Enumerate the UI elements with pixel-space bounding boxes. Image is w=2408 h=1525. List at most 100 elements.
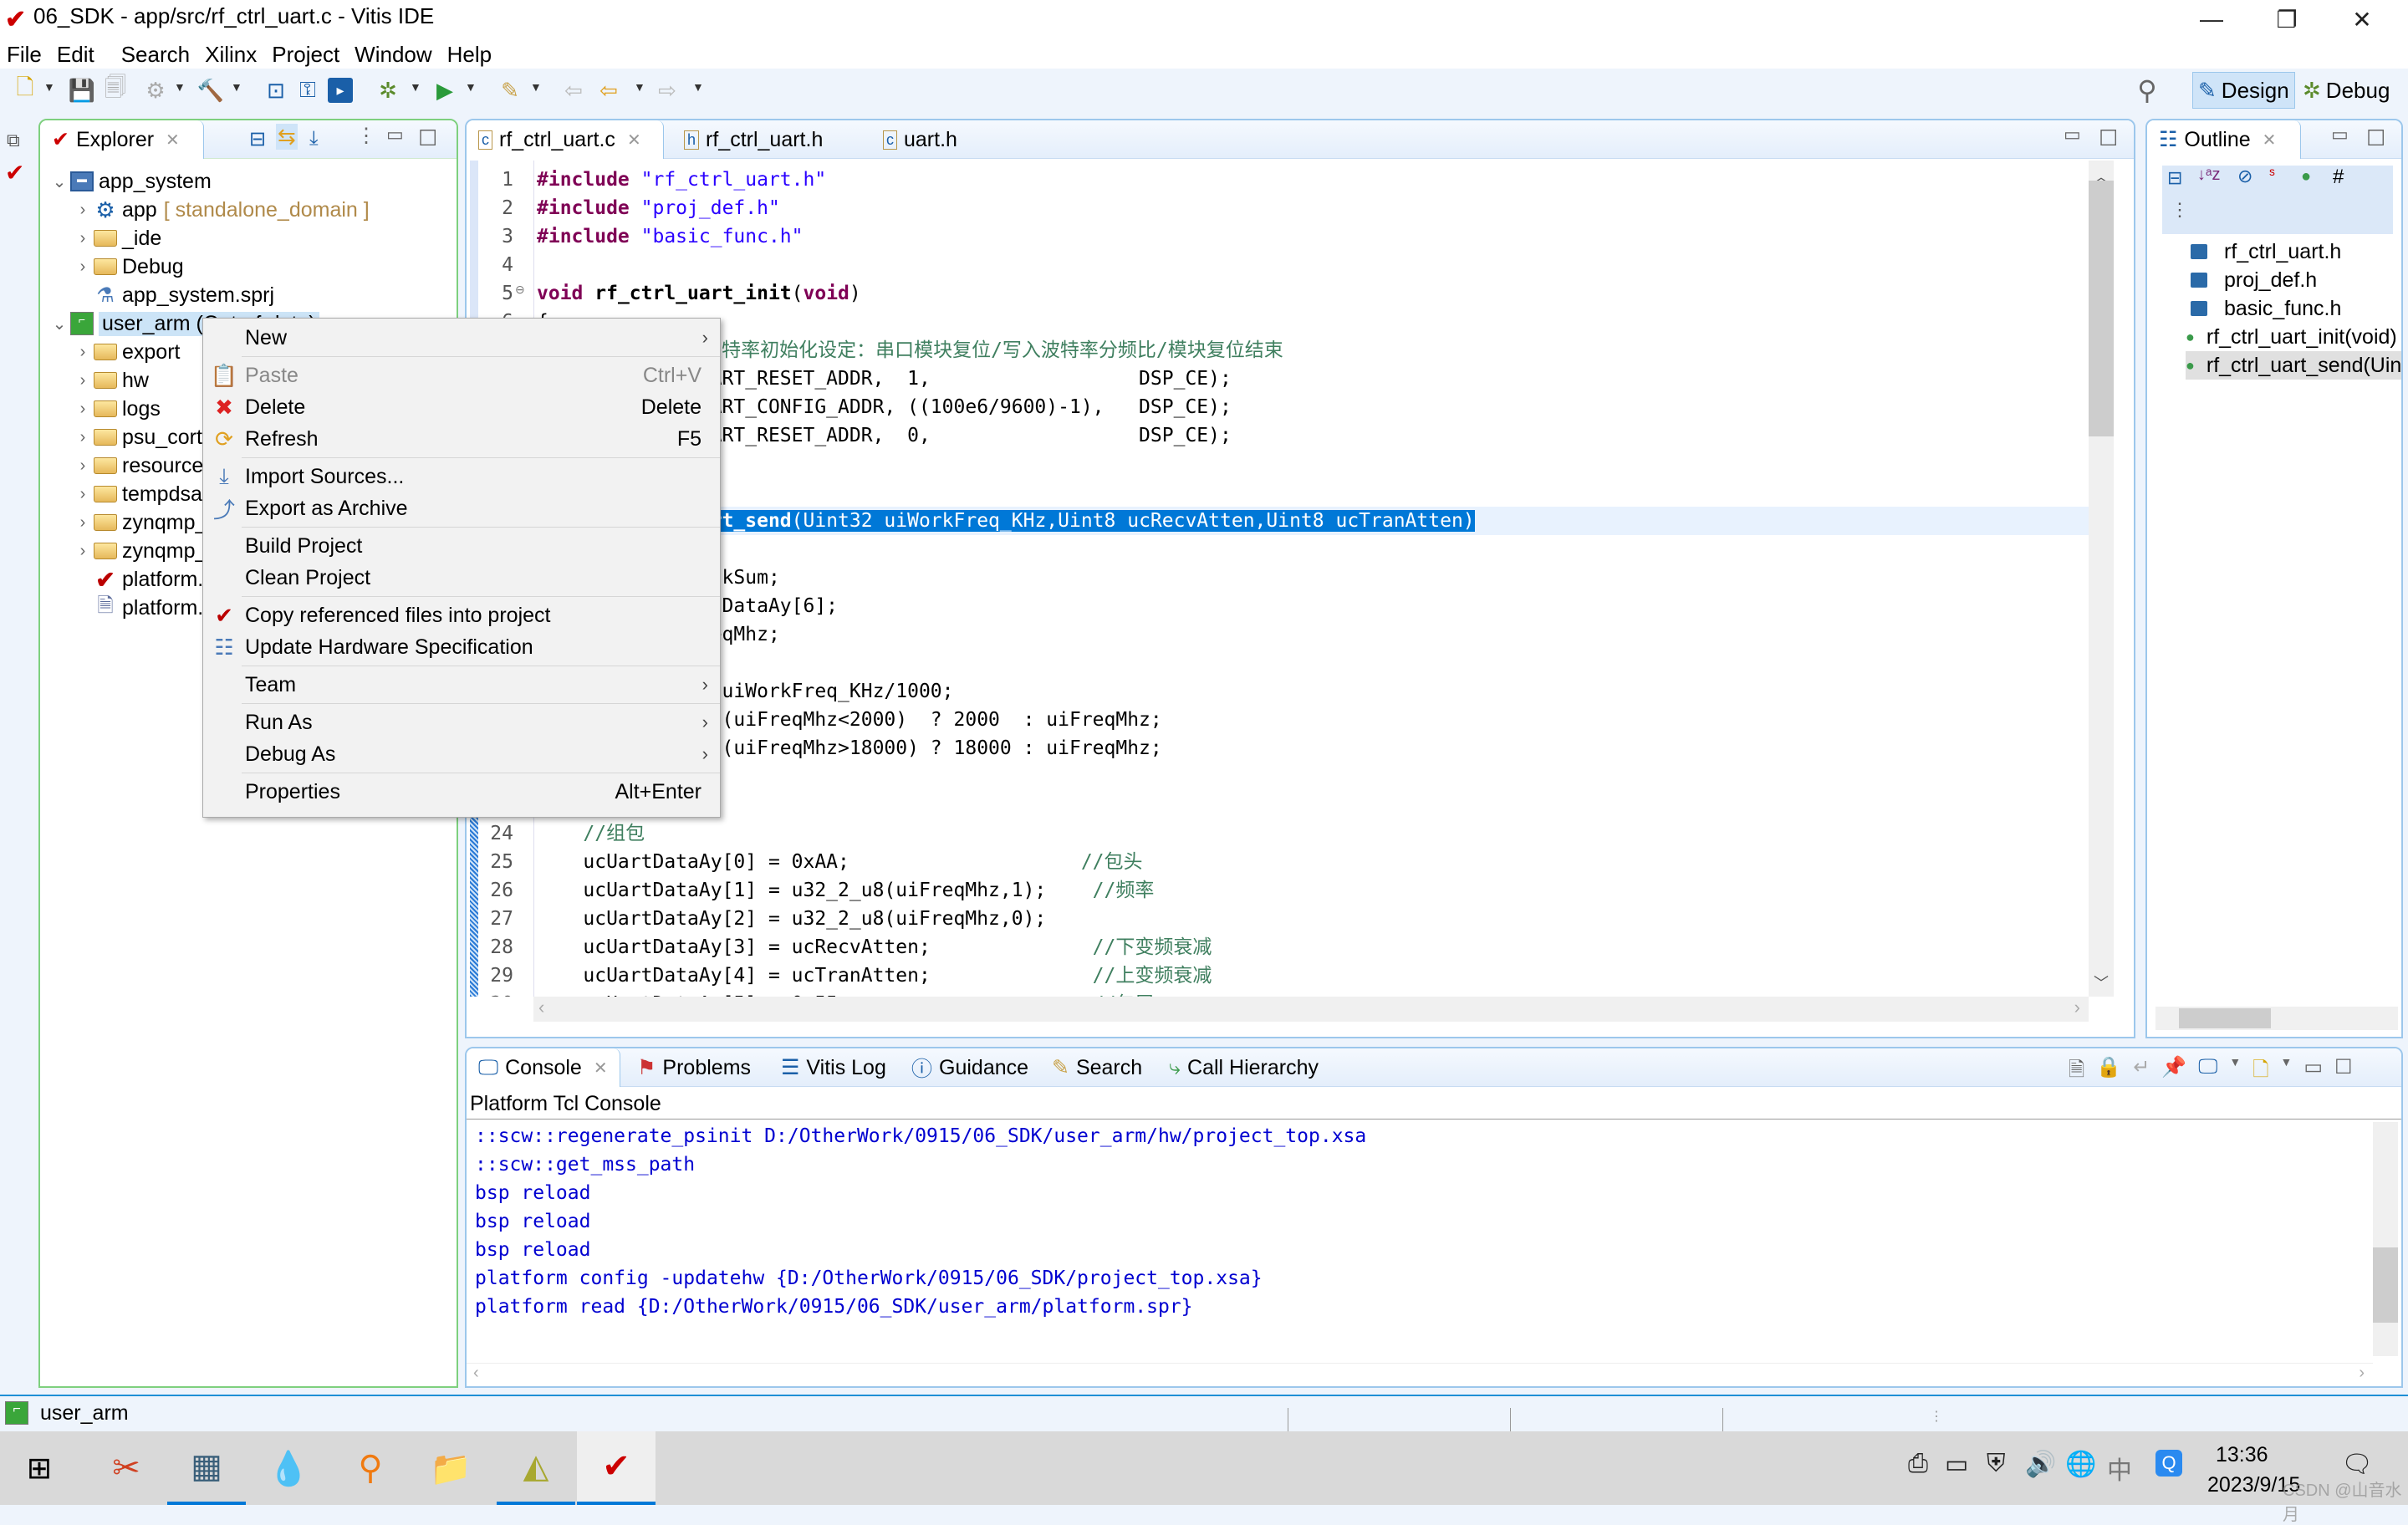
search-tool-icon[interactable]: ✎ [495,75,525,105]
outline-item[interactable]: ● rf_ctrl_uart_init(void) : void [2186,323,2401,351]
tab-search[interactable]: ✎ Search [1040,1048,1154,1087]
menu-search[interactable]: Search [115,38,198,69]
volume-icon[interactable]: 🔊 [2025,1450,2056,1479]
menu-item-debug-as[interactable]: Debug As › [203,738,720,770]
tree-item[interactable]: › ⚙ app[ standalone_domain ] [40,196,370,224]
chevron-right-icon[interactable]: › [74,400,92,419]
minimize-button[interactable]: — [2174,0,2249,38]
word-wrap-icon[interactable]: ↵ [2133,1055,2150,1089]
outline-item[interactable]: basic_func.h [2186,294,2401,323]
close-button[interactable]: ✕ [2324,0,2400,38]
forward-icon[interactable]: ⇨ [652,75,682,105]
run-icon[interactable]: ▶ [430,75,460,105]
chevron-down-icon[interactable]: ⌄ [50,314,69,334]
chevron-right-icon[interactable]: › [74,371,92,390]
tab-rf-ctrl-uart-h[interactable]: h rf_ctrl_uart.h [672,120,834,159]
battery-icon[interactable]: ▭ [1945,1450,1968,1479]
tree-item[interactable]: › hw [40,366,149,395]
menu-item-export-as-archive[interactable]: ⤴ Export as Archive [203,492,720,524]
display-dropdown-icon[interactable]: ▼ [2229,1055,2241,1089]
console-vertical-scrollbar[interactable] [2373,1122,2398,1356]
collapse-all-icon[interactable]: ⊟ [2167,167,2182,189]
tab-outline[interactable]: ☷ Outline ✕ [2147,120,2301,159]
menu-item-clean-project[interactable]: Clean Project [203,562,720,594]
build-dropdown-icon[interactable]: ▼ [231,80,242,94]
restore-button[interactable]: ❐ [2249,0,2324,38]
close-icon[interactable]: ✕ [2263,130,2277,150]
last-edit-icon[interactable]: ⇦ [559,75,589,105]
new-icon[interactable]: 🗋 [10,74,40,105]
chevron-right-icon[interactable]: › [74,201,92,220]
menu-xilinx[interactable]: Xilinx [198,38,265,69]
tab-console[interactable]: 🖵 Console ✕ [467,1048,620,1087]
menu-item-new[interactable]: New › [203,322,720,354]
menu-project[interactable]: Project [265,38,348,69]
menu-item-build-project[interactable]: Build Project [203,530,720,562]
open-dropdown-icon[interactable]: ▼ [2280,1055,2292,1089]
vitis-icon[interactable]: ✔ [577,1431,656,1505]
chevron-right-icon[interactable]: › [74,258,92,277]
debug-dropdown-icon[interactable]: ▼ [410,80,421,94]
debug-bug-icon[interactable]: ✲ [373,75,403,105]
new-dropdown-icon[interactable]: ▼ [43,80,55,94]
save-all-icon[interactable]: 🗐 [100,74,130,105]
perspective-design[interactable]: ✎ Design [2192,72,2295,109]
console-horizontal-scrollbar[interactable]: ‹ › [467,1363,2373,1386]
tab-call-hierarchy[interactable]: ⤷ Call Hierarchy [1157,1048,1330,1087]
terminal-icon[interactable]: ▸ [328,78,353,103]
chevron-right-icon[interactable]: › [74,343,92,362]
tab-rf-ctrl-uart-c[interactable]: c rf_ctrl_uart.c ✕ [467,120,664,159]
chevron-right-icon[interactable]: › [74,229,92,248]
back-icon[interactable]: ⇦ [594,75,624,105]
menu-item-team[interactable]: Team › [203,669,720,701]
chevron-right-icon[interactable]: › [74,542,92,561]
security-icon[interactable]: ⛨ [1987,1450,2006,1478]
console-output[interactable]: ::scw::regenerate_psinit D:/OtherWork/09… [467,1122,2365,1364]
open-console-icon[interactable]: 🗋 [2252,1055,2268,1089]
tab-uart-h[interactable]: c uart.h [871,120,969,159]
build-config-icon[interactable]: ⚙ [140,75,171,105]
build-config-dropdown-icon[interactable]: ▼ [174,80,186,94]
snipping-tool-icon[interactable]: ✂ [87,1431,166,1505]
close-icon[interactable]: ✕ [594,1058,608,1079]
perspective-debug[interactable]: ✲ Debug [2298,72,2395,109]
chevron-right-icon[interactable]: › [74,513,92,533]
pin-console-icon[interactable]: 📌 [2161,1055,2186,1089]
tab-guidance[interactable]: ⓘ Guidance [900,1048,1040,1087]
menu-file[interactable]: File [0,38,50,69]
clear-console-icon[interactable]: 🗎 [2069,1055,2084,1089]
chevron-right-icon[interactable]: › [74,428,92,447]
notification-icon[interactable]: 🗨 [2341,1450,2373,1479]
link-with-editor-icon[interactable]: ⇆ [276,124,298,150]
status-grip-icon[interactable]: ⋮ [1930,1408,1943,1425]
tree-item[interactable]: › Debug [40,252,184,281]
vitis-view-icon[interactable]: ✔ [5,159,24,186]
search-app-icon[interactable]: ⚲ [331,1431,410,1505]
outline-item[interactable]: proj_def.h [2186,266,2401,294]
chevron-down-icon[interactable]: ⌄ [50,171,69,192]
paint-icon[interactable]: 💧 [249,1431,328,1505]
chevron-right-icon[interactable]: › [74,456,92,476]
view-menu-icon[interactable]: ⋮ [2171,199,2189,221]
tree-item[interactable]: › logs [40,395,161,423]
tab-problems[interactable]: ⚑ Problems [625,1048,763,1087]
tab-vitis-log[interactable]: ☰ Vitis Log [769,1048,898,1087]
scroll-thumb[interactable] [2373,1247,2398,1323]
tree-item[interactable]: › export [40,338,181,366]
scroll-thumb[interactable] [2089,181,2114,436]
view-menu-icon[interactable]: ⋮ [356,124,376,148]
run-dropdown-icon[interactable]: ▼ [465,80,477,94]
calculator-icon[interactable]: ▦ [167,1431,246,1505]
menu-item-refresh[interactable]: ⟳ Refresh F5 [203,423,720,455]
close-icon[interactable]: ✕ [627,130,641,150]
outline-item[interactable]: rf_ctrl_uart.h [2186,237,2401,266]
import-icon[interactable]: ⤓ [309,127,319,150]
hide-fields-icon[interactable]: ⊘ [2237,166,2252,187]
menu-item-copy-referenced-files-into-project[interactable]: ✔ Copy referenced files into project [203,599,720,631]
minimize-view-icon[interactable]: ▭ [2303,1055,2323,1089]
restore-view-icon[interactable]: ⧉ [7,130,20,151]
minimize-view-icon[interactable]: ▭ [386,124,404,145]
usb-icon[interactable]: ⎙ [1908,1450,1928,1478]
display-console-icon[interactable]: 🖵 [2198,1055,2217,1089]
tree-item[interactable]: › tempdsa [40,480,202,508]
